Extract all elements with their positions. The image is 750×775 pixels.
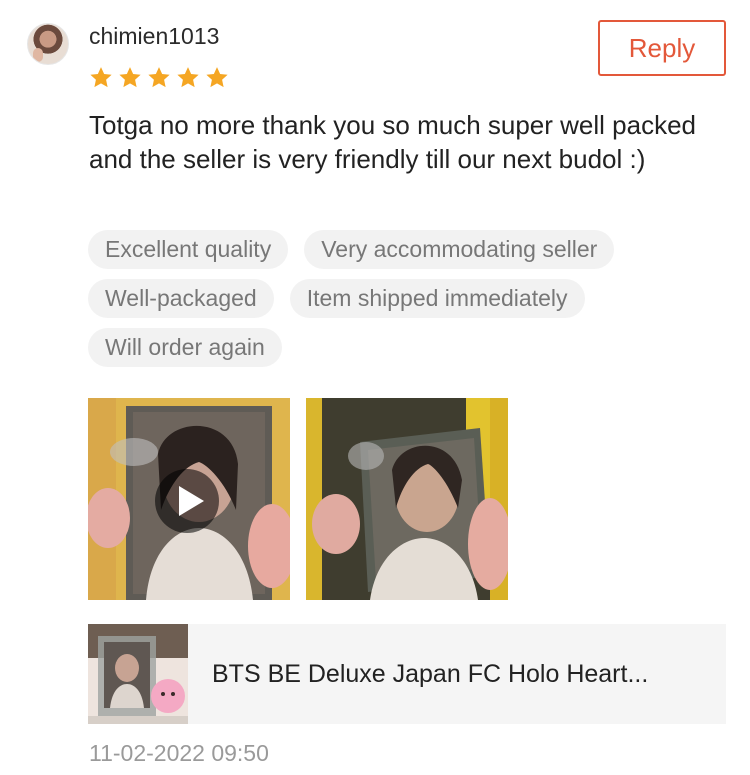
review-video-thumbnail[interactable]: [88, 398, 290, 600]
tag-chip: Item shipped immediately: [289, 279, 585, 318]
star-rating: [88, 65, 230, 91]
star-icon: [206, 67, 228, 88]
username[interactable]: chimien1013: [89, 23, 219, 50]
review-photo-thumbnail[interactable]: [306, 398, 508, 600]
user-avatar[interactable]: [27, 23, 69, 65]
review-text: Totga no more thank you so much super we…: [89, 110, 697, 174]
review-tags: Excellent quality Very accommodating sel…: [88, 230, 688, 377]
avatar-hand-detail: [33, 48, 43, 62]
tag-chip: Well-packaged: [88, 279, 274, 318]
star-icon: [177, 67, 199, 88]
tag-chip: Excellent quality: [88, 230, 289, 269]
product-name: BTS BE Deluxe Japan FC Holo Heart...: [212, 659, 649, 688]
star-icon: [148, 67, 170, 88]
review-timestamp: 11-02-2022 09:50: [89, 740, 269, 766]
tag-chip: Will order again: [88, 328, 282, 367]
photocard-image: [306, 398, 508, 600]
reply-button[interactable]: Reply: [598, 20, 726, 76]
star-icon: [119, 67, 141, 88]
product-card[interactable]: BTS BE Deluxe Japan FC Holo Heart...: [88, 624, 726, 724]
photocard-image: [88, 398, 290, 600]
star-icon: [90, 67, 112, 88]
product-image: [88, 624, 188, 724]
tag-chip: Very accommodating seller: [304, 230, 615, 269]
product-thumbnail: [88, 624, 188, 724]
